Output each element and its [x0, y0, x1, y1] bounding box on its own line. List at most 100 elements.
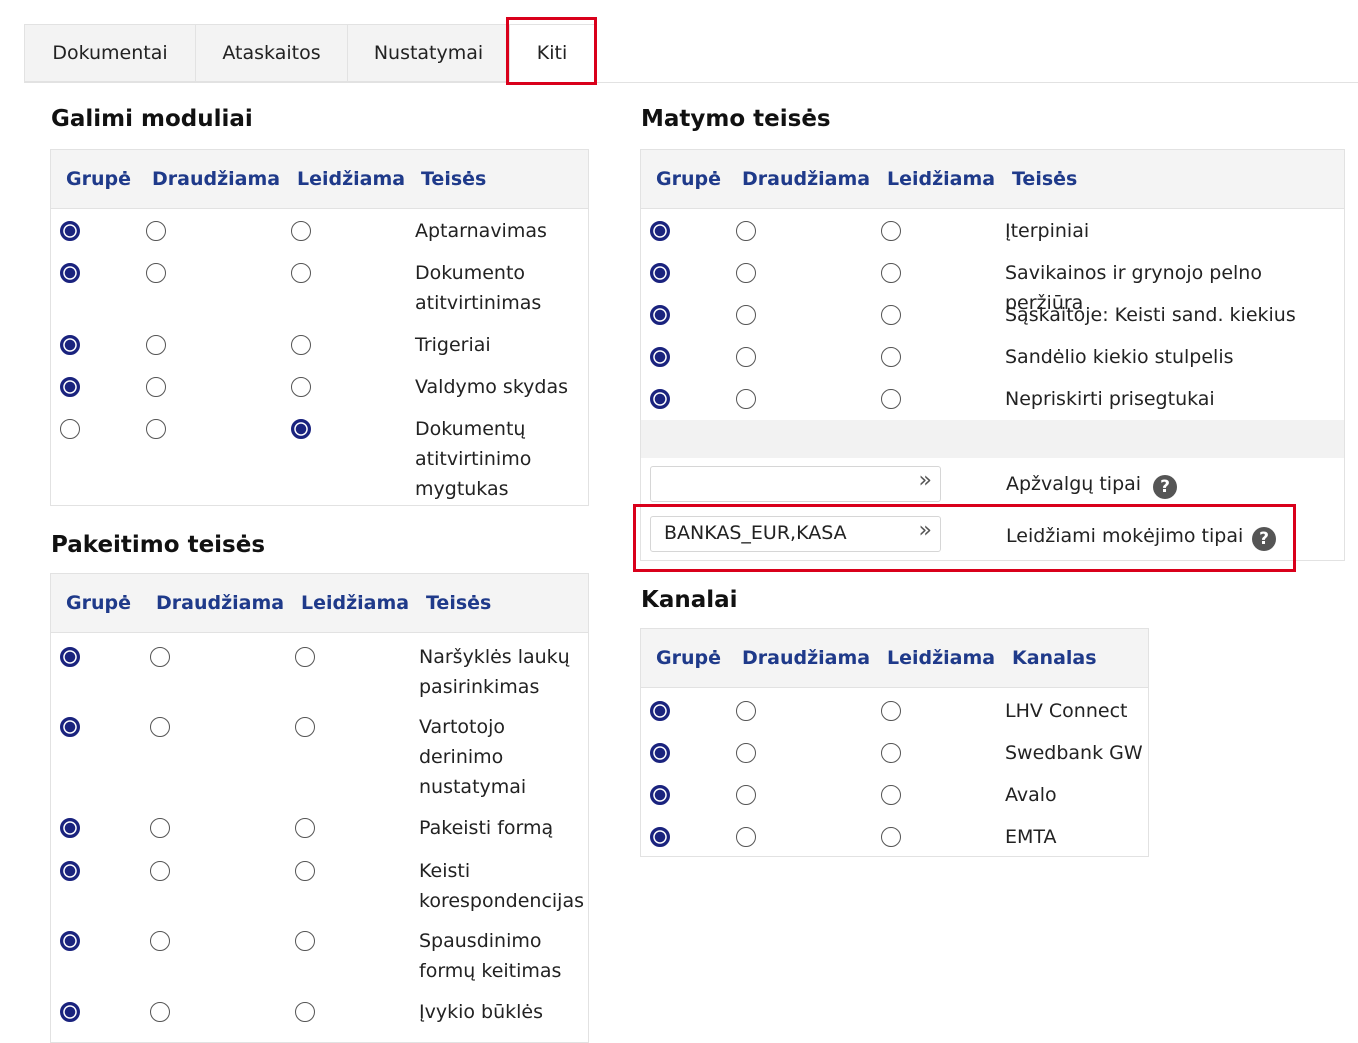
radio-grupe[interactable]: [60, 647, 80, 667]
row-label: Avalo: [1005, 784, 1057, 806]
row-label: LHV Connect: [1005, 700, 1128, 722]
radio-leidziama[interactable]: [295, 1002, 315, 1022]
radio-leidziama[interactable]: [291, 263, 311, 283]
col-teises[interactable]: Teisės: [421, 168, 486, 190]
radio-leidziama[interactable]: [295, 818, 315, 838]
kanalai-title: Kanalai: [641, 587, 738, 613]
radio-leidziama[interactable]: [295, 647, 315, 667]
double-chevron-right-icon[interactable]: »: [919, 518, 932, 543]
row-label: Dokumentų atitvirtinimo mygtukas: [415, 418, 532, 500]
radio-leidziama[interactable]: [881, 263, 901, 283]
radio-grupe[interactable]: [650, 263, 670, 283]
radio-grupe[interactable]: [60, 377, 80, 397]
radio-grupe[interactable]: [60, 1002, 80, 1022]
radio-draudziama[interactable]: [150, 931, 170, 951]
col-leidziama[interactable]: Leidžiama: [301, 592, 409, 614]
radio-draudziama[interactable]: [150, 717, 170, 737]
radio-leidziama[interactable]: [881, 701, 901, 721]
double-chevron-right-icon[interactable]: »: [919, 468, 932, 493]
radio-grupe[interactable]: [650, 743, 670, 763]
col-draudziama[interactable]: Draudžiama: [742, 168, 870, 190]
radio-grupe[interactable]: [60, 419, 80, 439]
table-header: Grupė Draudžiama Leidžiama Teisės: [51, 574, 588, 633]
radio-grupe[interactable]: [60, 861, 80, 881]
help-icon[interactable]: ?: [1252, 527, 1276, 551]
radio-leidziama[interactable]: [295, 717, 315, 737]
radio-leidziama[interactable]: [881, 347, 901, 367]
tab-bar: Dokumentai Ataskaitos Nustatymai Kiti: [24, 24, 1358, 83]
radio-grupe[interactable]: [650, 389, 670, 409]
pakeitimo-teises-title: Pakeitimo teisės: [51, 532, 266, 558]
radio-leidziama[interactable]: [881, 389, 901, 409]
radio-leidziama[interactable]: [291, 221, 311, 241]
row-label: Trigeriai: [415, 334, 491, 356]
row-label: Keisti korespondencijas: [419, 860, 584, 912]
help-icon[interactable]: ?: [1153, 475, 1177, 499]
col-grupe[interactable]: Grupė: [656, 647, 721, 669]
radio-grupe[interactable]: [60, 818, 80, 838]
row-label: Dokumento atitvirtinimas: [415, 262, 542, 314]
radio-leidziama[interactable]: [291, 377, 311, 397]
radio-leidziama[interactable]: [881, 305, 901, 325]
radio-grupe[interactable]: [60, 221, 80, 241]
col-draudziama[interactable]: Draudžiama: [156, 592, 284, 614]
radio-draudziama[interactable]: [736, 305, 756, 325]
table-header: Grupė Draudžiama Leidžiama Teisės: [51, 150, 588, 209]
col-leidziama[interactable]: Leidžiama: [887, 647, 995, 669]
radio-leidziama[interactable]: [881, 221, 901, 241]
radio-grupe[interactable]: [650, 785, 670, 805]
radio-leidziama[interactable]: [881, 743, 901, 763]
radio-grupe[interactable]: [60, 335, 80, 355]
radio-leidziama[interactable]: [881, 827, 901, 847]
col-kanalas[interactable]: Kanalas: [1012, 647, 1097, 669]
tab-dokumentai[interactable]: Dokumentai: [24, 24, 196, 82]
col-teises[interactable]: Teisės: [1012, 168, 1077, 190]
radio-draudziama[interactable]: [736, 827, 756, 847]
radio-draudziama[interactable]: [146, 377, 166, 397]
col-grupe[interactable]: Grupė: [66, 168, 131, 190]
col-draudziama[interactable]: Draudžiama: [152, 168, 280, 190]
radio-draudziama[interactable]: [146, 221, 166, 241]
tab-ataskaitos[interactable]: Ataskaitos: [195, 24, 348, 82]
radio-draudziama[interactable]: [146, 263, 166, 283]
radio-draudziama[interactable]: [736, 701, 756, 721]
radio-grupe[interactable]: [60, 717, 80, 737]
col-leidziama[interactable]: Leidžiama: [887, 168, 995, 190]
tab-nustatymai[interactable]: Nustatymai: [347, 24, 510, 82]
radio-leidziama[interactable]: [881, 785, 901, 805]
radio-grupe[interactable]: [60, 931, 80, 951]
radio-draudziama[interactable]: [146, 335, 166, 355]
col-leidziama[interactable]: Leidžiama: [297, 168, 405, 190]
radio-draudziama[interactable]: [150, 647, 170, 667]
radio-grupe[interactable]: [650, 701, 670, 721]
radio-grupe[interactable]: [650, 305, 670, 325]
col-grupe[interactable]: Grupė: [66, 592, 131, 614]
radio-draudziama[interactable]: [736, 263, 756, 283]
radio-draudziama[interactable]: [150, 818, 170, 838]
radio-draudziama[interactable]: [146, 419, 166, 439]
radio-draudziama[interactable]: [736, 347, 756, 367]
radio-draudziama[interactable]: [736, 389, 756, 409]
col-grupe[interactable]: Grupė: [656, 168, 721, 190]
radio-grupe[interactable]: [650, 827, 670, 847]
mokejimo-tipai-input[interactable]: BANKAS_EUR,KASA »: [650, 516, 941, 552]
matymo-teises-table: Grupė Draudžiama Leidžiama Teisės Įterpi…: [640, 149, 1345, 561]
radio-grupe[interactable]: [650, 221, 670, 241]
radio-draudziama[interactable]: [736, 221, 756, 241]
col-draudziama[interactable]: Draudžiama: [742, 647, 870, 669]
radio-leidziama[interactable]: [295, 931, 315, 951]
radio-grupe[interactable]: [650, 347, 670, 367]
tab-kiti[interactable]: Kiti: [509, 24, 595, 82]
matymo-teises-title: Matymo teisės: [641, 106, 831, 132]
apzvalgu-tipai-input[interactable]: »: [650, 466, 941, 502]
radio-leidziama[interactable]: [291, 419, 311, 439]
radio-draudziama[interactable]: [736, 785, 756, 805]
radio-draudziama[interactable]: [150, 1002, 170, 1022]
radio-grupe[interactable]: [60, 263, 80, 283]
radio-leidziama[interactable]: [295, 861, 315, 881]
col-teises[interactable]: Teisės: [426, 592, 491, 614]
radio-draudziama[interactable]: [736, 743, 756, 763]
radio-leidziama[interactable]: [291, 335, 311, 355]
row-label: Sandėlio kiekio stulpelis: [1005, 346, 1234, 368]
radio-draudziama[interactable]: [150, 861, 170, 881]
